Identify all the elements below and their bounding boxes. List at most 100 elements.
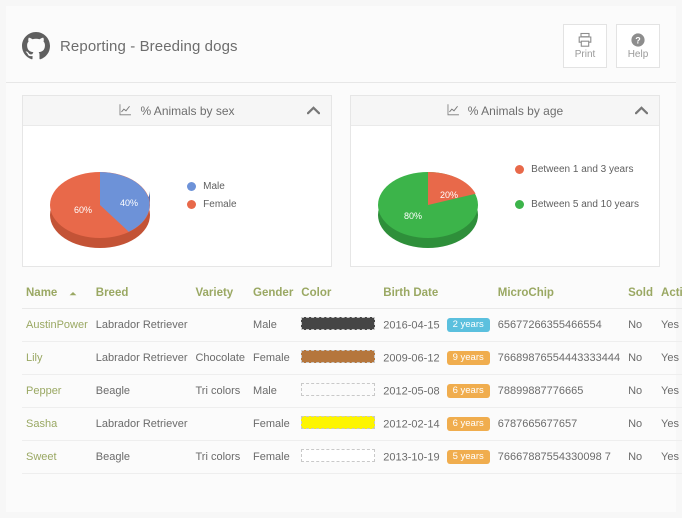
col-header-gender[interactable]: Gender xyxy=(249,281,298,310)
legend-item-female[interactable]: Female xyxy=(187,199,331,210)
table-row[interactable]: Lily Labrador Retriever Chocolate Female 200… xyxy=(22,341,682,376)
pie-label-female: 60% xyxy=(74,205,92,215)
animal-name-link[interactable]: Pepper xyxy=(26,385,61,397)
animal-name-link[interactable]: Sasha xyxy=(26,418,57,430)
printer-icon xyxy=(577,32,593,48)
cell-sold: No xyxy=(624,407,658,442)
chevron-up-icon[interactable] xyxy=(634,104,649,118)
panel-header-sex: % Animals by sex xyxy=(23,96,331,126)
panel-title-sex: % Animals by sex xyxy=(140,103,235,118)
pie-chart-age: 20% 80% xyxy=(351,143,511,255)
col-header-microchip[interactable]: MicroChip xyxy=(493,281,625,310)
cell-variety xyxy=(191,308,250,343)
panel-header-age: % Animals by age xyxy=(351,96,659,126)
cell-birthdate: 2009-06-12 9 years xyxy=(379,341,494,376)
panel-title-age: % Animals by age xyxy=(467,103,564,118)
table-body: AustinPower Labrador Retriever Male 2016-04… xyxy=(22,308,682,475)
question-circle-icon: ? xyxy=(630,32,646,48)
cell-microchip: 65677266355466554 xyxy=(493,308,625,343)
legend-label-female: Female xyxy=(203,199,237,210)
birth-date-text: 2012-05-08 xyxy=(383,384,440,397)
chevron-up-icon[interactable] xyxy=(306,104,321,118)
col-header-breed[interactable]: Breed xyxy=(91,281,192,310)
line-chart-icon xyxy=(447,103,460,119)
cell-gender: Male xyxy=(249,308,298,343)
table-head: Name Breed Variety Gender Color Birth Da… xyxy=(22,281,682,310)
cell-breed: Labrador Retriever xyxy=(91,407,192,442)
color-swatch xyxy=(301,317,376,331)
animals-table-wrap: Name Breed Variety Gender Color Birth Da… xyxy=(6,267,682,475)
color-swatch xyxy=(301,449,376,463)
birth-date-text: 2012-02-14 xyxy=(383,417,440,430)
cell-name: Sasha xyxy=(22,407,92,442)
cell-name: Pepper xyxy=(22,374,92,409)
color-swatch xyxy=(301,383,376,397)
legend-label-age-1-3: Between 1 and 3 years xyxy=(531,164,634,175)
table-header-row: Name Breed Variety Gender Color Birth Da… xyxy=(22,281,682,310)
page-root: Reporting - Breeding dogs Print ? Help %… xyxy=(0,0,682,518)
panel-body-age: 20% 80% Between 1 and 3 years Between 5 … xyxy=(351,126,659,266)
birth-date-text: 2016-04-15 xyxy=(383,318,440,331)
svg-text:?: ? xyxy=(635,36,641,46)
brand: Reporting - Breeding dogs xyxy=(22,32,238,60)
age-badge: 9 years xyxy=(446,350,490,366)
help-button[interactable]: ? Help xyxy=(616,24,660,68)
panel-animals-by-sex: % Animals by sex 40% 60% Male Female xyxy=(22,95,332,267)
table-row[interactable]: Sasha Labrador Retriever Female 2012-02-14 6… xyxy=(22,407,682,442)
legend-dot-age-1-3 xyxy=(515,165,525,174)
col-header-birthdate[interactable]: Birth Date xyxy=(379,281,494,310)
cell-color xyxy=(297,440,380,475)
legend-item-age-1-3[interactable]: Between 1 and 3 years xyxy=(515,164,659,175)
age-badge: 6 years xyxy=(446,416,490,432)
cell-color xyxy=(297,407,380,442)
cell-birthdate: 2013-10-19 5 years xyxy=(379,440,494,475)
pie-chart-sex: 40% 60% xyxy=(23,143,183,255)
col-header-sold[interactable]: Sold xyxy=(624,281,658,310)
age-badge: 2 years xyxy=(446,317,490,333)
legend-item-male[interactable]: Male xyxy=(187,181,331,192)
animal-name-link[interactable]: AustinPower xyxy=(26,319,88,331)
col-header-name-label: Name xyxy=(26,287,58,300)
cell-active: Yes xyxy=(657,308,682,343)
legend-item-age-5-10[interactable]: Between 5 and 10 years xyxy=(515,199,659,210)
animal-name-link[interactable]: Sweet xyxy=(26,451,57,463)
header-actions: Print ? Help xyxy=(563,24,660,68)
cell-breed: Labrador Retriever xyxy=(91,308,192,343)
col-header-active[interactable]: Active xyxy=(657,281,682,310)
cell-variety: Chocolate xyxy=(191,341,250,376)
cell-microchip: 76689876554443333444 xyxy=(493,341,625,376)
cell-birthdate: 2016-04-15 2 years xyxy=(379,308,494,343)
cell-birthdate: 2012-05-08 6 years xyxy=(379,374,494,409)
panel-animals-by-age: % Animals by age 20% 80% Between 1 and 3… xyxy=(350,95,660,267)
cell-active: Yes xyxy=(657,440,682,475)
line-chart-icon xyxy=(119,103,132,119)
table-row[interactable]: Pepper Beagle Tri colors Male 2012-05-08 6 ye… xyxy=(22,374,682,409)
birth-date-text: 2013-10-19 xyxy=(383,450,440,463)
print-button[interactable]: Print xyxy=(563,24,607,68)
cell-active: Yes xyxy=(657,407,682,442)
cell-microchip: 76667887554330098 7 xyxy=(493,440,625,475)
color-swatch xyxy=(301,350,376,364)
app-window: Reporting - Breeding dogs Print ? Help %… xyxy=(6,6,682,512)
cell-sold: No xyxy=(624,341,658,376)
col-header-color[interactable]: Color xyxy=(297,281,380,310)
table-row[interactable]: Sweet Beagle Tri colors Female 2013-10-19 5 y… xyxy=(22,440,682,475)
caret-up-icon xyxy=(69,287,77,299)
pie-label-male: 40% xyxy=(120,198,138,208)
cell-gender: Male xyxy=(249,374,298,409)
cell-name: AustinPower xyxy=(22,308,92,343)
cell-color xyxy=(297,308,380,343)
col-header-name[interactable]: Name xyxy=(22,281,92,310)
cell-breed: Labrador Retriever xyxy=(91,341,192,376)
animal-name-link[interactable]: Lily xyxy=(26,352,43,364)
cell-sold: No xyxy=(624,440,658,475)
cell-variety: Tri colors xyxy=(191,440,250,475)
cell-active: Yes xyxy=(657,341,682,376)
col-header-variety[interactable]: Variety xyxy=(191,281,250,310)
cell-gender: Female xyxy=(249,440,298,475)
cell-color xyxy=(297,374,380,409)
help-button-label: Help xyxy=(627,49,649,60)
cell-name: Sweet xyxy=(22,440,92,475)
table-row[interactable]: AustinPower Labrador Retriever Male 2016-04… xyxy=(22,308,682,343)
cell-sold: No xyxy=(624,308,658,343)
